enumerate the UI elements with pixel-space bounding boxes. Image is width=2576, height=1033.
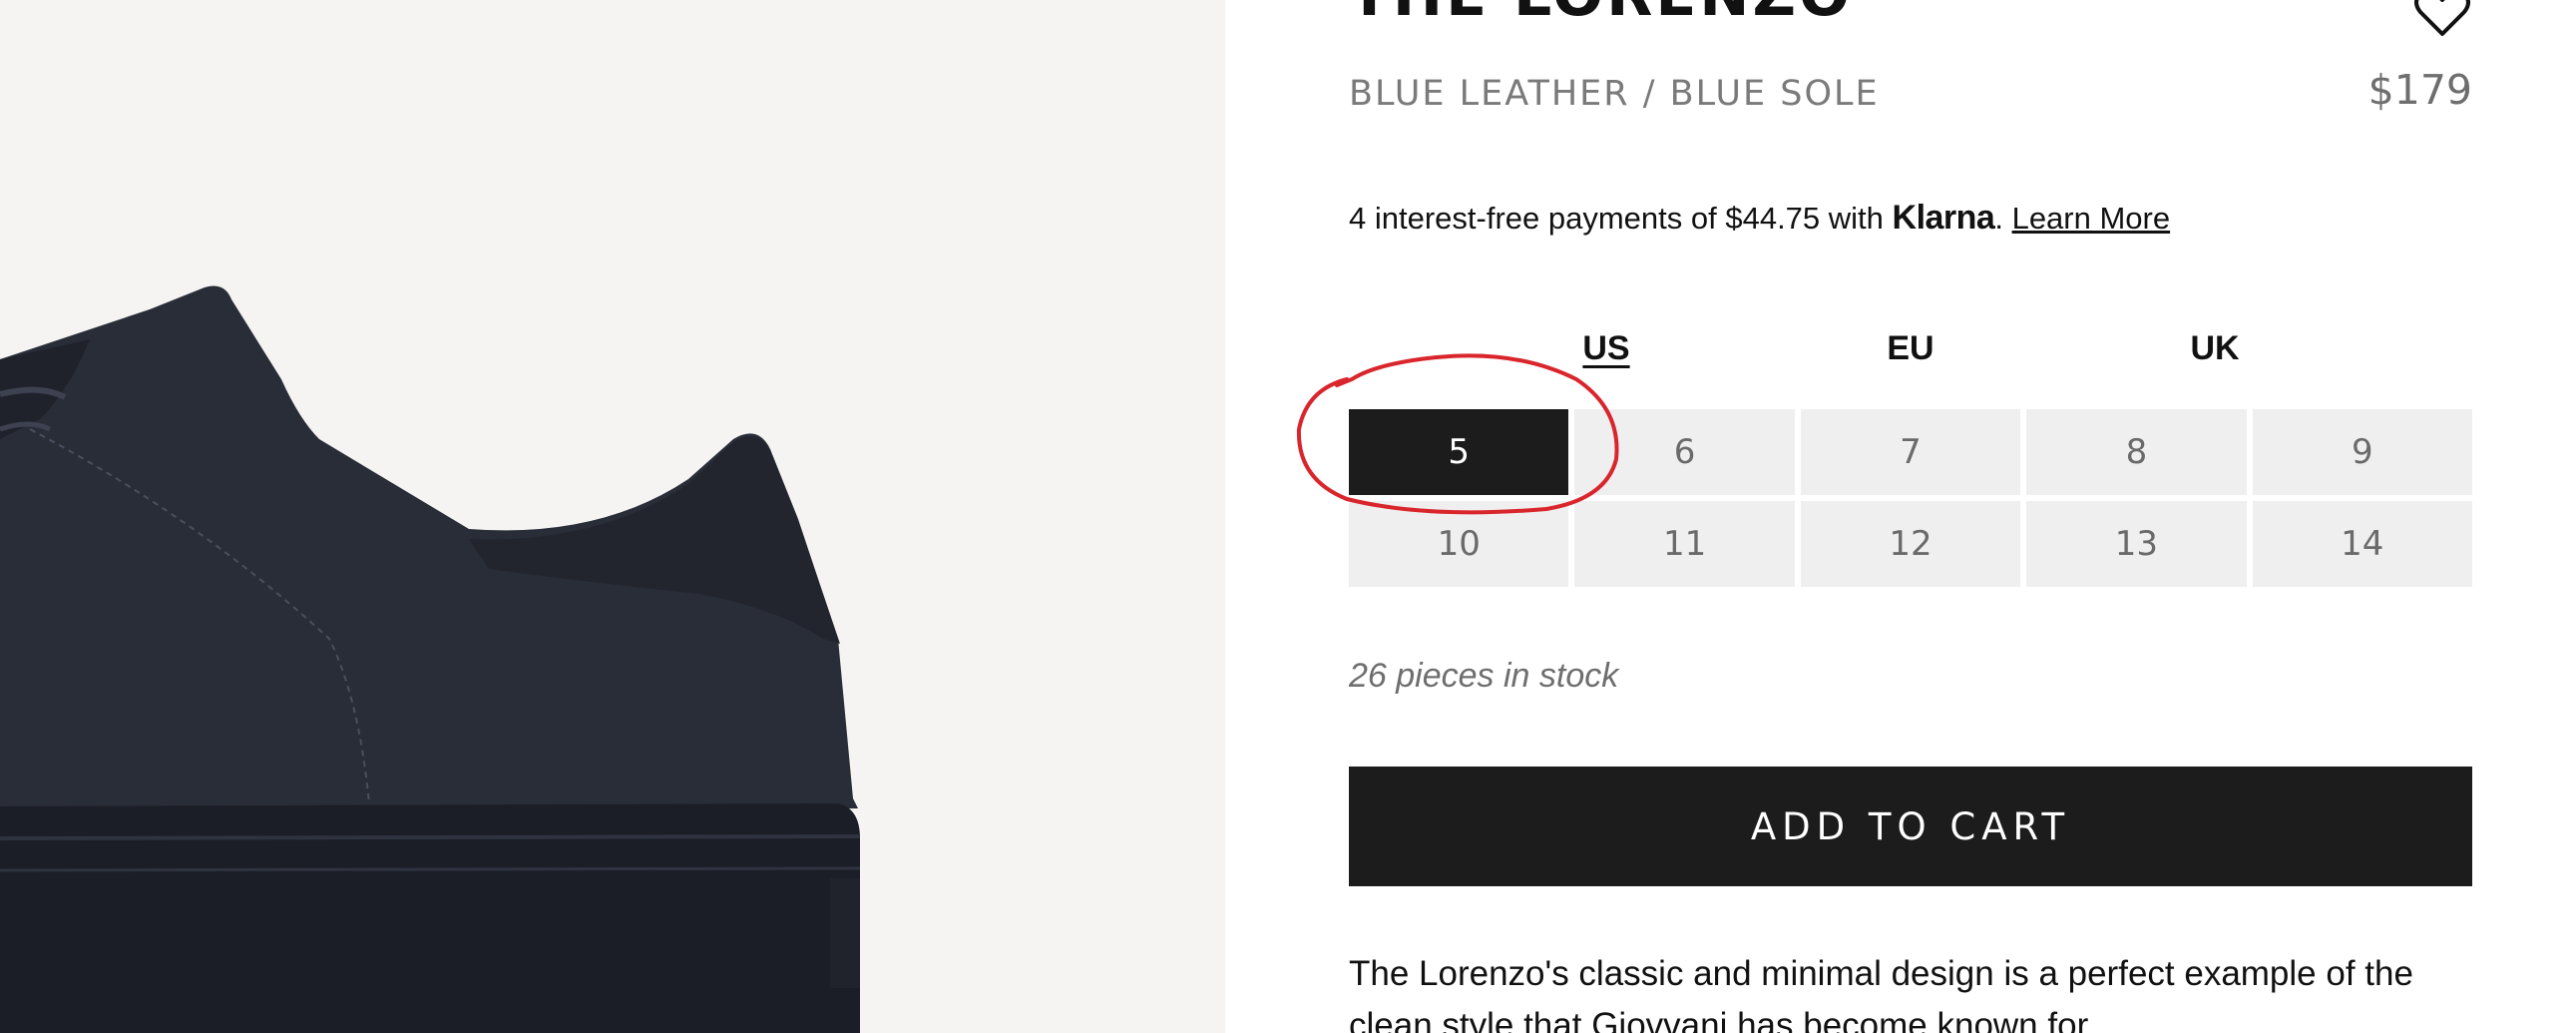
size-option[interactable]: 11 <box>1574 501 1795 587</box>
klarna-prefix: 4 interest-free payments of $44.75 with <box>1349 201 1893 236</box>
product-image <box>0 0 1225 1033</box>
size-system-tabs: US EU UK <box>1349 329 2472 373</box>
product-page: THE LORENZO BLUE LEATHER / BLUE SOLE $17… <box>0 0 2576 1033</box>
product-details: THE LORENZO BLUE LEATHER / BLUE SOLE $17… <box>1349 0 2472 1033</box>
size-option[interactable]: 9 <box>2252 409 2472 495</box>
size-option[interactable]: 12 <box>1800 501 2021 587</box>
tab-size-eu[interactable]: EU <box>1887 329 1933 368</box>
tab-size-uk[interactable]: UK <box>2190 329 2239 368</box>
size-option[interactable]: 6 <box>1574 409 1795 495</box>
product-title: THE LORENZO <box>1349 0 1853 30</box>
add-to-cart-button[interactable]: ADD TO CART <box>1349 767 2472 886</box>
heart-outline-icon[interactable] <box>2412 0 2472 40</box>
klarna-logo: Klarna <box>1892 199 1995 237</box>
size-option-selected[interactable]: 5 <box>1349 409 1569 495</box>
product-price: $179 <box>2367 66 2472 114</box>
learn-more-link[interactable]: Learn More <box>2012 201 2171 236</box>
size-grid: 5 6 7 8 9 10 11 12 13 14 <box>1349 409 2472 587</box>
size-option[interactable]: 8 <box>2026 409 2247 495</box>
product-description: The Lorenzo's classic and minimal design… <box>1349 954 2413 1033</box>
product-variant: BLUE LEATHER / BLUE SOLE <box>1349 74 1880 114</box>
shoe-illustration <box>0 0 1225 1033</box>
stock-status: 26 pieces in stock <box>1349 657 1619 695</box>
size-option[interactable]: 7 <box>1800 409 2021 495</box>
size-option[interactable]: 13 <box>2026 501 2247 587</box>
size-option[interactable]: 14 <box>2252 501 2472 587</box>
klarna-payment-info: 4 interest-free payments of $44.75 with … <box>1349 199 2170 238</box>
tab-size-us[interactable]: US <box>1582 329 1629 368</box>
klarna-suffix: . <box>1994 201 2012 236</box>
size-option[interactable]: 10 <box>1349 501 1569 587</box>
